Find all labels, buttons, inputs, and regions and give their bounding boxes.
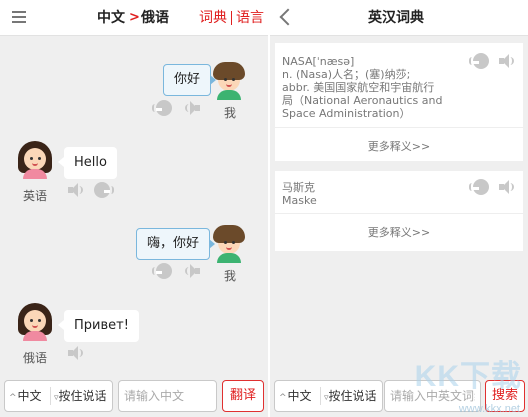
- chat-bubble-mine[interactable]: 嗨，你好: [136, 228, 216, 260]
- nav-language-link[interactable]: 语言: [236, 0, 264, 36]
- input-language-label: 中文: [287, 389, 312, 403]
- dictionary-entry-card: 马斯克 Maske 更多释义>>: [275, 171, 523, 251]
- entry-definition-line: 局（National Aeronautics and: [282, 94, 443, 107]
- dictionary-header: 英汉词典: [270, 0, 528, 36]
- caret-up-icon: ^: [279, 393, 287, 403]
- input-language-label: 中文: [17, 389, 42, 403]
- user-avatar: [212, 225, 246, 263]
- entry-definition-line: Space Administration）: [282, 107, 411, 120]
- speaker-label: 我: [224, 106, 237, 120]
- source-language[interactable]: 中文: [97, 0, 125, 36]
- hold-to-talk-label: 按住说话: [58, 389, 107, 403]
- voice-head-icon[interactable]: [469, 179, 489, 195]
- entry-definition-line: n. (Nasa)人名；(塞)纳莎;: [282, 68, 411, 81]
- speaker-label: 我: [224, 269, 237, 283]
- voice-head-icon[interactable]: [94, 182, 114, 198]
- watermark-url: www.kkx.net: [458, 403, 520, 415]
- input-mode-group: ^中文 ▿按住说话: [4, 380, 113, 412]
- chat-bubble-theirs[interactable]: Hello: [58, 147, 117, 179]
- menu-icon[interactable]: [12, 11, 26, 23]
- entry-definition-line: abbr. 美国国家航空和宇宙航行: [282, 81, 435, 94]
- translate-button[interactable]: 翻译: [222, 380, 264, 412]
- hold-to-talk-button[interactable]: ▿按住说话: [324, 381, 377, 413]
- hold-to-talk-button[interactable]: ▿按住说话: [54, 381, 107, 413]
- speaker-icon[interactable]: [499, 54, 515, 68]
- entry-headword: NASA[ˈnæsə]: [282, 55, 355, 68]
- translate-input[interactable]: [118, 380, 217, 412]
- speaker-icon[interactable]: [184, 264, 200, 278]
- speaker-icon[interactable]: [68, 183, 84, 197]
- card-divider: [275, 213, 523, 214]
- speaker-icon[interactable]: [184, 101, 200, 115]
- entry-definition-line: Maske: [282, 194, 317, 207]
- input-language-toggle[interactable]: ^中文: [9, 381, 42, 413]
- voice-head-icon[interactable]: [152, 100, 172, 116]
- mode-divider: [320, 387, 321, 405]
- speaker-icon[interactable]: [499, 180, 515, 194]
- partner-avatar: [18, 141, 52, 179]
- back-arrow-icon[interactable]: [279, 8, 297, 26]
- more-definitions-link[interactable]: 更多释义>>: [275, 224, 523, 240]
- dictionary-title: 英汉词典: [368, 10, 424, 26]
- caret-up-icon: ^: [9, 393, 17, 403]
- translator-input-bar: ^中文 ▿按住说话 翻译: [0, 375, 268, 417]
- voice-head-icon[interactable]: [152, 263, 172, 279]
- speaker-label: 英语: [23, 189, 48, 203]
- input-language-toggle[interactable]: ^中文: [279, 381, 312, 413]
- translator-header: 中文 > 俄语 词典 语言: [0, 0, 268, 36]
- nav-divider: [231, 11, 232, 25]
- translator-panel: 中文 > 俄语 词典 语言 你好 我 英语 Hello 嗨，你好 我 俄语 Пр…: [0, 0, 268, 417]
- card-divider: [275, 127, 523, 128]
- input-mode-group: ^中文 ▿按住说话: [274, 380, 383, 412]
- speaker-label: 俄语: [23, 351, 48, 365]
- mode-divider: [50, 387, 51, 405]
- watermark-logo: KK下载: [414, 360, 522, 393]
- hold-to-talk-label: 按住说话: [328, 389, 377, 403]
- partner-avatar: [18, 303, 52, 341]
- more-definitions-link[interactable]: 更多释义>>: [275, 138, 523, 154]
- speaker-icon[interactable]: [68, 346, 84, 360]
- target-language[interactable]: 俄语: [141, 0, 169, 36]
- entry-headword: 马斯克: [282, 181, 315, 194]
- voice-head-icon[interactable]: [469, 53, 489, 69]
- chat-bubble-mine[interactable]: 你好: [163, 64, 217, 96]
- nav-dictionary-link[interactable]: 词典: [199, 0, 227, 36]
- user-avatar: [212, 62, 246, 100]
- dictionary-entry-card: NASA[ˈnæsə] n. (Nasa)人名；(塞)纳莎; abbr. 美国国…: [275, 43, 523, 161]
- chat-bubble-theirs[interactable]: Привет!: [58, 310, 139, 342]
- language-arrow: >: [129, 10, 140, 25]
